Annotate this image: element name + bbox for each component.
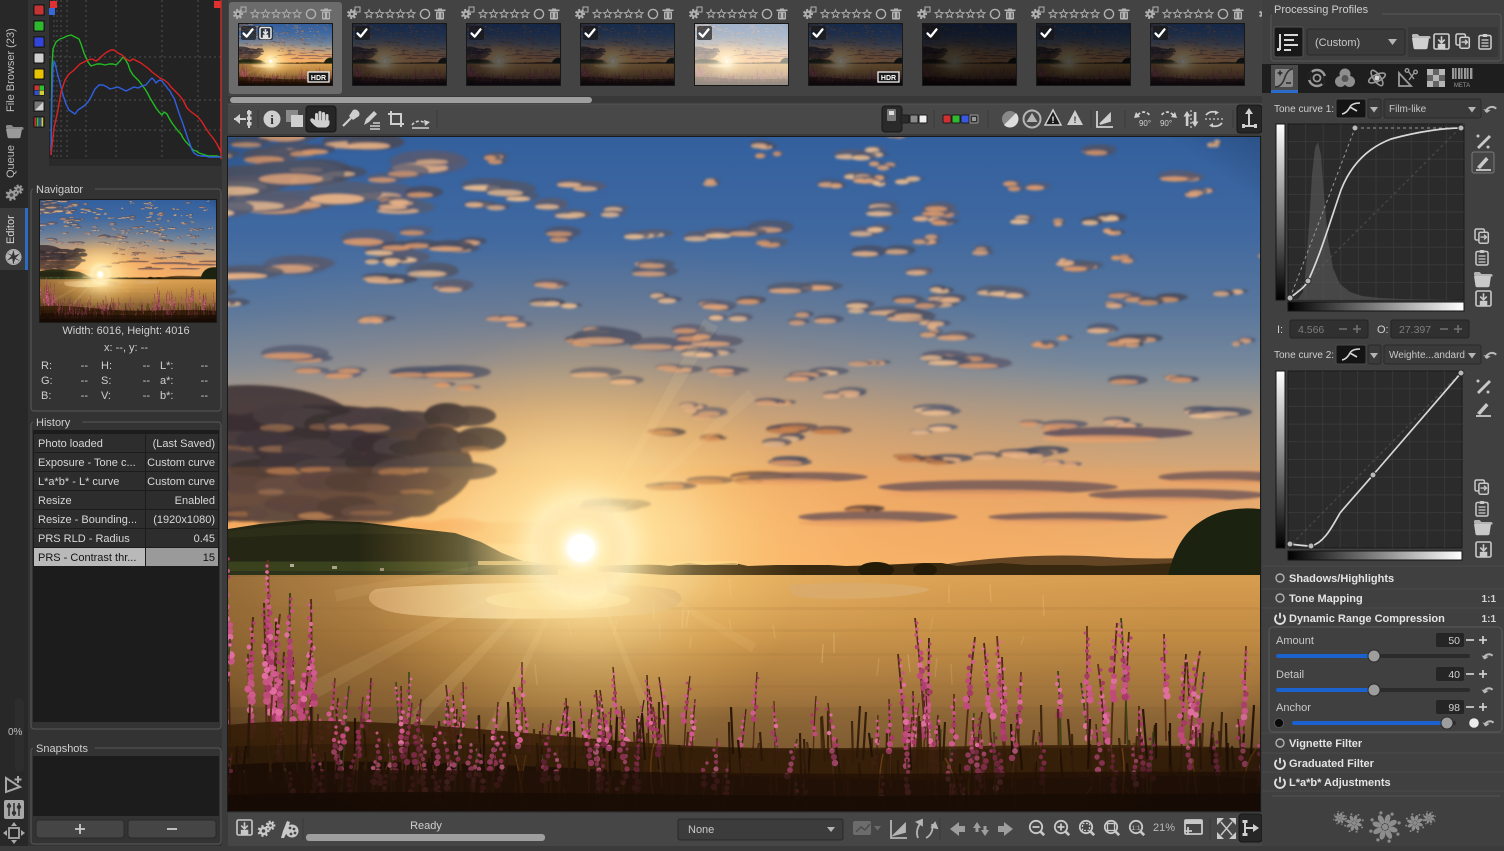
svg-text:Weighte...andard: Weighte...andard [1389,350,1465,361]
svg-text:HDR: HDR [311,75,326,82]
svg-text:Vignette Filter: Vignette Filter [1289,738,1363,750]
svg-text:Detail: Detail [1276,669,1304,681]
svg-text:15: 15 [203,552,215,564]
svg-text:Custom curve: Custom curve [147,476,215,488]
svg-text:--: -- [201,375,209,387]
svg-text:L*:: L*: [160,360,173,372]
svg-text:27.397: 27.397 [1399,324,1431,336]
svg-text:Anchor: Anchor [1276,702,1311,714]
svg-text:S:: S: [101,375,111,387]
svg-text:i: i [270,112,274,127]
svg-text:V:: V: [101,390,111,402]
svg-text:Enabled: Enabled [175,495,215,507]
svg-text:Width: 6016, Height: 4016: Width: 6016, Height: 4016 [62,325,189,337]
svg-text:Graduated Filter: Graduated Filter [1289,758,1375,770]
svg-text:0%: 0% [8,727,23,738]
svg-text:PRS - Contrast thr...: PRS - Contrast thr... [38,552,136,564]
svg-text:Tone curve 1:: Tone curve 1: [1274,104,1334,115]
svg-text:Exposure - Tone c...: Exposure - Tone c... [38,457,136,469]
svg-text:--: -- [201,390,209,402]
svg-text:0.45: 0.45 [194,533,215,545]
svg-text:Snapshots: Snapshots [36,743,88,755]
svg-text:Resize: Resize [38,495,72,507]
svg-text:I:: I: [1277,324,1283,336]
svg-text:Queue: Queue [5,145,17,178]
svg-text:History: History [36,417,71,429]
svg-text:Resize - Bounding...: Resize - Bounding... [38,514,137,526]
svg-text:4.566: 4.566 [1298,324,1324,336]
svg-text:Shadows/Highlights: Shadows/Highlights [1289,573,1394,585]
svg-text:--: -- [143,360,151,372]
svg-text:O:: O: [1377,324,1389,336]
svg-text:1:1: 1:1 [1131,825,1140,832]
svg-text:1:1: 1:1 [1482,614,1497,625]
svg-text:Amount: Amount [1276,635,1314,647]
svg-text:G:: G: [41,375,53,387]
svg-text:Editor: Editor [5,215,17,244]
svg-text:50: 50 [1448,635,1460,647]
svg-text:a*:: a*: [160,375,173,387]
svg-text:!: ! [1074,115,1077,125]
svg-text:File Browser (23): File Browser (23) [5,28,17,112]
svg-text:--: -- [143,375,151,387]
svg-text:Processing Profiles: Processing Profiles [1274,4,1369,16]
svg-text:L*a*b* Adjustments: L*a*b* Adjustments [1289,777,1391,789]
svg-text:--: -- [143,390,151,402]
svg-text:!: ! [1052,115,1055,125]
svg-text:Photo loaded: Photo loaded [38,438,103,450]
svg-text:90°: 90° [1160,119,1172,128]
svg-text:(Last Saved): (Last Saved) [153,438,215,450]
svg-text:21%: 21% [1153,822,1175,834]
svg-text:--: -- [81,360,89,372]
svg-text:META: META [1454,83,1470,89]
svg-text:b*:: b*: [160,390,173,402]
svg-text:--: -- [81,390,89,402]
svg-text:Custom curve: Custom curve [147,457,215,469]
svg-text:Dynamic Range Compression: Dynamic Range Compression [1289,613,1445,625]
svg-text:Navigator: Navigator [36,184,83,196]
svg-text:R:: R: [41,360,52,372]
svg-text:PRS RLD - Radius: PRS RLD - Radius [38,533,130,545]
svg-text:B:: B: [41,390,51,402]
svg-text:--: -- [201,360,209,372]
svg-text:None: None [688,824,714,836]
svg-text:Film-like: Film-like [1389,104,1427,115]
svg-text:40: 40 [1448,669,1460,681]
svg-text:--: -- [81,375,89,387]
svg-text:Tone Mapping: Tone Mapping [1289,593,1363,605]
svg-text:Ready: Ready [410,820,442,832]
svg-text:(1920x1080): (1920x1080) [153,514,215,526]
svg-text:90°: 90° [1139,119,1151,128]
svg-text:H:: H: [101,360,112,372]
svg-text:(Custom): (Custom) [1315,37,1360,49]
svg-text:L*a*b* - L* curve: L*a*b* - L* curve [38,476,119,488]
svg-text:1:1: 1:1 [1482,594,1497,605]
svg-text:98: 98 [1448,702,1460,714]
svg-text:HDR: HDR [881,75,896,82]
svg-text:Tone curve 2:: Tone curve 2: [1274,350,1334,361]
svg-text:x: --, y: --: x: --, y: -- [104,342,148,354]
